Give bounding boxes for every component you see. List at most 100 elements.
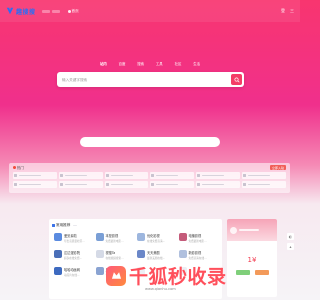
search-icon [233,76,240,83]
site-name: 哈哈动画网 [64,268,80,272]
watermark-url: www.qianhu.com [145,287,176,291]
tool-icon[interactable]: ▴ [287,243,294,250]
side-widget-buttons [227,270,277,275]
side-widget: 1¥ [227,219,277,297]
favorites-header: 常用推荐 [52,221,219,229]
side-button-green[interactable] [235,270,250,275]
search-input[interactable] [57,72,231,87]
watermark-text: 千狐秒收录 [129,266,227,288]
favorites-tab[interactable] [99,225,102,226]
nav-home-link[interactable]: 首页 [67,8,79,14]
site-name: 新影影视 [188,251,202,255]
user-icon[interactable]: 登 [281,8,285,13]
site-icon [137,250,145,258]
side-button-orange[interactable] [254,270,269,275]
search-tabs: 站内 百度 搜索 工具 社区 生活 [100,61,200,66]
hot-item[interactable] [196,181,241,188]
search-tab[interactable]: 社区 [175,61,182,66]
hot-title: 热门 [17,166,24,170]
avatar[interactable] [230,226,237,234]
site-logo[interactable]: 趣搜搜 [6,7,36,16]
join-button[interactable]: 立即入驻 [269,165,286,170]
hot-item[interactable] [58,181,103,188]
site-name: 爱妥素啦 [64,234,77,238]
site-name: 达达漫影院 [64,251,80,255]
favorites-tab[interactable] [86,225,89,226]
site-card[interactable]: 哈哈动画网 动画片在线... [54,267,93,280]
search-tab[interactable]: 工具 [156,61,163,66]
site-desc: 动画片在线... [64,273,80,277]
site-icon [95,250,104,258]
search-box [57,72,244,87]
site-desc: 免费最新电影... [188,239,207,243]
watermark-logo-icon [106,265,126,286]
site-desc: 最新美剧在线... [147,256,166,260]
site-name: 电播影视 [188,234,202,238]
top-right-actions: 登 三 [281,8,294,13]
hot-item[interactable] [242,172,286,179]
tool-icon[interactable]: ◐ [287,233,294,240]
top-bar: 趣搜搜 首页 登 三 [0,0,300,22]
side-widget-header [227,219,277,241]
site-icon [178,233,187,241]
favorites-title: 常用推荐 [56,222,71,227]
floating-tools: ◐ ▴ [287,233,294,250]
site-desc: 免费高清在线... [188,256,207,260]
site-card[interactable]: 本是影视 免费最新电影... [95,233,135,246]
favorites-tab[interactable] [73,224,77,226]
hot-item[interactable] [242,181,286,188]
search-tab[interactable]: 生活 [193,61,200,66]
favorites-icon [52,223,55,227]
site-icon [54,250,62,258]
search-tab[interactable]: 站内 [100,61,107,66]
nav-home-label: 首页 [71,8,79,13]
site-card[interactable]: 电播影视 免费最新电影... [178,233,218,246]
notice-bar[interactable] [80,137,220,147]
hot-item[interactable] [13,172,57,179]
site-icon [54,233,62,241]
nav-placeholder[interactable] [51,9,60,13]
top-nav-placeholders [41,9,60,13]
site-card[interactable]: 优化影视 在线免费高清... [137,233,176,246]
site-icon [95,233,104,241]
favorites-tab[interactable] [78,225,81,226]
site-desc: 在线免费高清... [147,239,166,243]
hot-header: 热门 立即入驻 [11,164,288,171]
hot-item[interactable] [13,181,57,188]
watermark: 千狐秒收录 [106,262,227,289]
site-icon [95,267,104,275]
hot-grid [11,171,288,189]
search-tab[interactable]: 百度 [119,61,126,66]
favorites-tab[interactable] [82,225,85,226]
search-button[interactable] [231,74,242,85]
site-icon [137,233,145,241]
hot-item[interactable] [58,172,103,179]
logo-text: 趣搜搜 [16,8,36,16]
site-name: 视搜Ta [105,251,116,255]
hot-item[interactable] [150,181,195,188]
site-name: 天天美剧 [147,251,160,255]
menu-icon[interactable]: 三 [290,8,294,13]
hot-panel: 热门 立即入驻 [9,163,290,193]
hot-item[interactable] [104,172,149,179]
side-widget-line [239,229,259,231]
site-desc: 免费最新电影... [105,239,124,243]
site-desc: 导出高质量社区... [64,239,85,243]
hot-item[interactable] [150,172,195,179]
favorites-tab[interactable] [94,225,97,226]
hot-item[interactable] [104,181,149,188]
home-icon [67,9,71,13]
favorites-tab[interactable] [111,225,114,226]
nav-placeholder[interactable] [41,9,50,13]
hot-item[interactable] [196,172,241,179]
search-tab[interactable]: 搜索 [137,61,144,66]
side-widget-value: 1¥ [247,256,257,264]
site-card[interactable]: 达达漫影院 超多在线免费... [54,250,93,263]
site-card[interactable]: 爱妥素啦 导出高质量社区... [54,233,93,246]
favorites-tabs [73,224,219,226]
site-icon [178,250,187,258]
site-name: 本是影视 [105,234,119,238]
favorites-tab[interactable] [90,225,93,226]
favorites-tab[interactable] [103,225,106,226]
favorites-tab[interactable] [107,225,110,226]
